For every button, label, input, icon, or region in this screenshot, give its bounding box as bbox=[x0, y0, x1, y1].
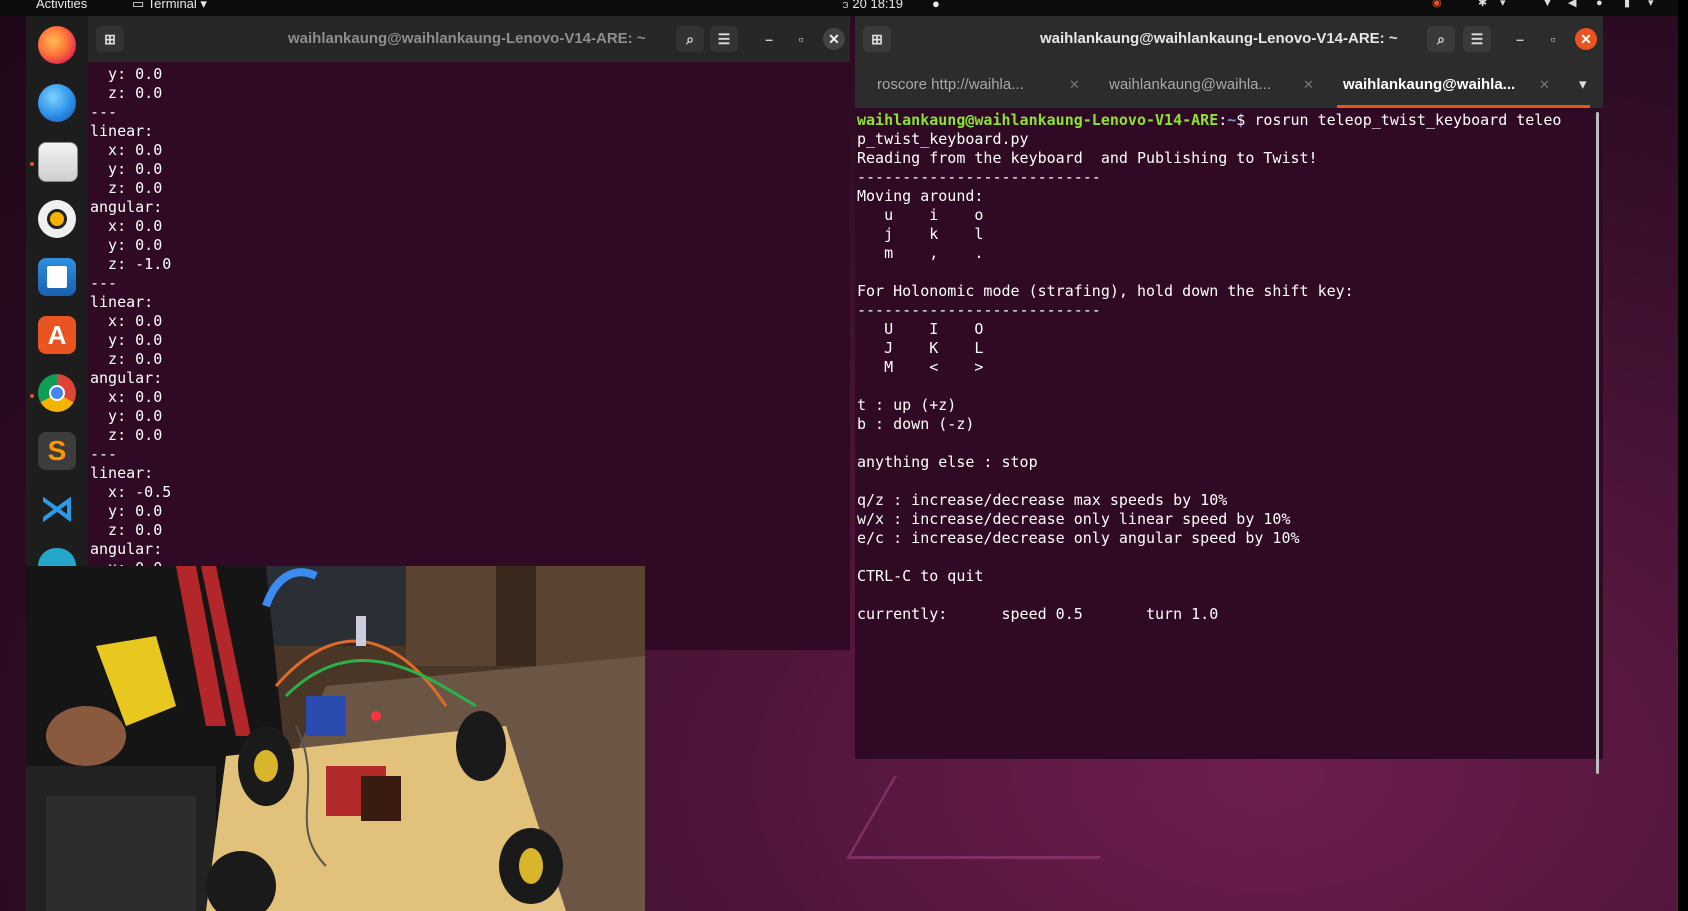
software-center-icon[interactable]: A bbox=[38, 316, 76, 354]
tab-close-icon[interactable]: ✕ bbox=[1539, 62, 1550, 108]
minimize-icon[interactable]: – bbox=[1509, 28, 1531, 50]
left-terminal-output: y: 0.0 z: 0.0 --- linear: x: 0.0 y: 0.0 … bbox=[90, 65, 172, 577]
terminal-scrollbar[interactable] bbox=[1596, 112, 1599, 774]
tab-bar: roscore http://waihla... ✕ waihlankaung@… bbox=[855, 62, 1603, 108]
maximize-icon[interactable]: ▫ bbox=[790, 28, 812, 50]
rhythmbox-icon[interactable] bbox=[38, 200, 76, 238]
new-tab-icon[interactable]: ⊞ bbox=[96, 26, 124, 52]
partial-app-icon[interactable] bbox=[38, 548, 76, 566]
right-terminal-title: waihlankaung@waihlankaung-Lenovo-V14-ARE… bbox=[1040, 30, 1398, 47]
left-terminal-window[interactable]: ⊞ waihlankaung@waihlankaung-Lenovo-V14-A… bbox=[88, 16, 850, 650]
search-icon[interactable]: ⌕ bbox=[1427, 26, 1455, 52]
prompt-separator: : bbox=[1218, 111, 1228, 129]
maximize-icon[interactable]: ▫ bbox=[1542, 28, 1564, 50]
battery-icon[interactable]: ▮ bbox=[1624, 0, 1636, 9]
active-tab-indicator bbox=[1337, 105, 1590, 108]
tray-chevron-down-icon[interactable]: ▾ bbox=[1500, 0, 1512, 9]
close-icon[interactable]: ✕ bbox=[823, 28, 845, 50]
tab-terminal-2[interactable]: waihlankaung@waihla... bbox=[1109, 62, 1271, 108]
webcam-image bbox=[26, 566, 645, 911]
close-icon[interactable]: ✕ bbox=[1575, 28, 1597, 50]
minimize-icon[interactable]: – bbox=[758, 28, 780, 50]
app-menu[interactable]: ▭ Terminal ▾ bbox=[132, 0, 207, 10]
right-terminal-output: waihlankaung@waihlankaung-Lenovo-V14-ARE… bbox=[857, 111, 1597, 624]
system-menu-chevron-icon[interactable]: ▾ bbox=[1648, 0, 1660, 9]
webcam-overlay bbox=[26, 566, 645, 911]
tab-close-icon[interactable]: ✕ bbox=[1069, 62, 1080, 108]
notification-dot-icon: ● bbox=[932, 0, 940, 11]
prompt-path: ~ bbox=[1227, 111, 1237, 129]
tab-roscore[interactable]: roscore http://waihla... bbox=[877, 62, 1024, 108]
top-bar: Activities ▭ Terminal ▾ ဒ 20 18:19 ● ◉ ✱… bbox=[0, 0, 1688, 16]
volume-icon[interactable]: ◀ bbox=[1568, 0, 1580, 9]
running-indicator bbox=[30, 162, 34, 166]
activities-button[interactable]: Activities bbox=[36, 0, 87, 10]
wallpaper-decoration bbox=[846, 776, 1147, 859]
accessibility-icon[interactable]: ✱ bbox=[1478, 0, 1490, 9]
tab-terminal-3-active[interactable]: waihlankaung@waihla... bbox=[1343, 62, 1515, 108]
chevron-down-icon: ▾ bbox=[196, 0, 207, 11]
writer-icon[interactable] bbox=[38, 258, 76, 296]
running-indicator bbox=[30, 394, 34, 398]
dock: A S ⋊ bbox=[26, 16, 88, 566]
sublime-text-icon[interactable]: S bbox=[38, 432, 76, 470]
teleop-help-output: Reading from the keyboard and Publishing… bbox=[857, 149, 1354, 623]
right-terminal-window[interactable]: ⊞ waihlankaung@waihlankaung-Lenovo-V14-A… bbox=[855, 16, 1603, 774]
search-icon[interactable]: ⌕ bbox=[676, 26, 704, 52]
vscode-icon[interactable]: ⋊ bbox=[38, 490, 76, 528]
terminal-menu-icon: ▭ bbox=[132, 0, 148, 11]
left-terminal-header[interactable]: ⊞ waihlankaung@waihlankaung-Lenovo-V14-A… bbox=[88, 16, 850, 62]
files-icon[interactable] bbox=[38, 142, 78, 182]
thunderbird-icon[interactable] bbox=[38, 84, 76, 122]
network-icon[interactable]: ▼ bbox=[1542, 0, 1554, 9]
new-tab-icon[interactable]: ⊞ bbox=[863, 26, 891, 52]
microphone-icon[interactable]: ● bbox=[1596, 0, 1608, 9]
firefox-icon[interactable] bbox=[38, 26, 76, 64]
hamburger-menu-icon[interactable]: ☰ bbox=[1463, 26, 1491, 52]
tab-close-icon[interactable]: ✕ bbox=[1303, 62, 1314, 108]
screen-edge bbox=[1678, 0, 1688, 911]
clock[interactable]: ဒ 20 18:19 bbox=[842, 0, 903, 10]
app-menu-label: Terminal bbox=[147, 0, 197, 11]
right-terminal-header[interactable]: ⊞ waihlankaung@waihlankaung-Lenovo-V14-A… bbox=[855, 16, 1603, 62]
tabs-dropdown-chevron-icon[interactable]: ▾ bbox=[1579, 62, 1587, 108]
chrome-icon[interactable] bbox=[38, 374, 76, 412]
hamburger-menu-icon[interactable]: ☰ bbox=[710, 26, 738, 52]
chrome-tray-icon[interactable]: ◉ bbox=[1432, 0, 1444, 9]
left-terminal-title: waihlankaung@waihlankaung-Lenovo-V14-ARE… bbox=[288, 30, 646, 47]
prompt-user: waihlankaung@waihlankaung-Lenovo-V14-ARE bbox=[857, 111, 1219, 129]
